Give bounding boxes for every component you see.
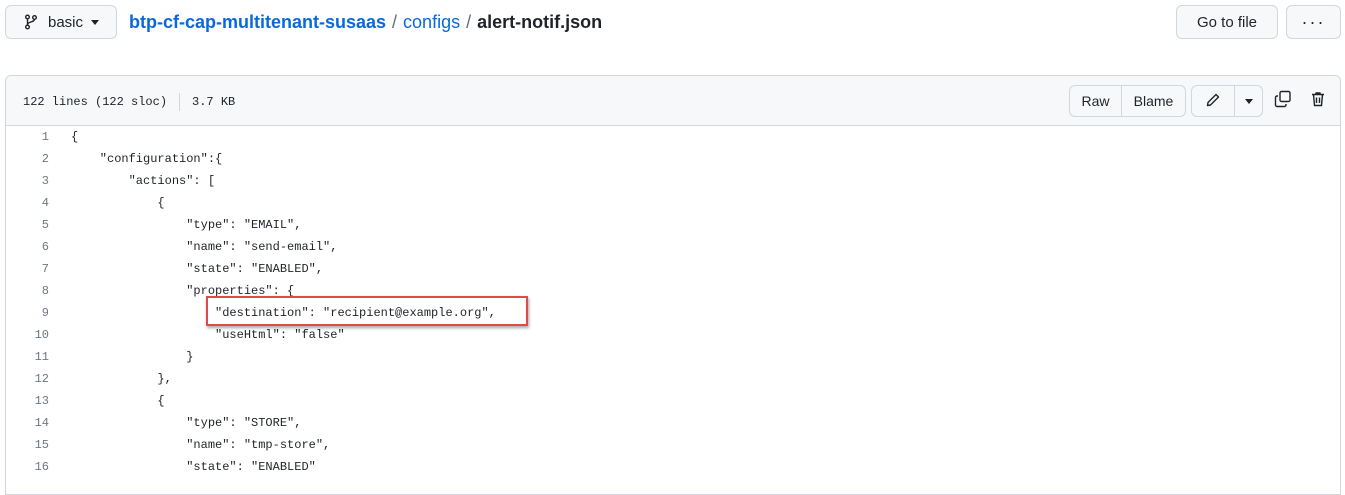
file-viewer: 122 lines (122 sloc) 3.7 KB Raw Blame 1 … bbox=[5, 75, 1341, 495]
line-content: "useHtml": "false" bbox=[71, 328, 345, 342]
line-content: "type": "STORE", bbox=[71, 416, 302, 430]
code-line: 16 "state": "ENABLED" bbox=[6, 456, 1340, 478]
line-number[interactable]: 9 bbox=[6, 306, 49, 320]
branch-name: basic bbox=[48, 13, 84, 31]
file-header: 122 lines (122 sloc) 3.7 KB Raw Blame bbox=[6, 76, 1340, 126]
line-number[interactable]: 3 bbox=[6, 174, 49, 188]
line-number[interactable]: 16 bbox=[6, 460, 49, 474]
line-number[interactable]: 6 bbox=[6, 240, 49, 254]
breadcrumb: btp-cf-cap-multitenant-susaas / configs / al… bbox=[129, 11, 602, 33]
breadcrumb-separator: / bbox=[392, 12, 398, 32]
chevron-down-icon bbox=[91, 19, 100, 25]
code-line: 7 "state": "ENABLED", bbox=[6, 258, 1340, 280]
branch-selector-button[interactable]: basic bbox=[5, 5, 117, 39]
view-mode-group: Raw Blame bbox=[1069, 85, 1186, 117]
breadcrumb-repo-link[interactable]: btp-cf-cap-multitenant-susaas bbox=[129, 12, 386, 32]
copy-raw-button[interactable] bbox=[1271, 89, 1295, 113]
line-number[interactable]: 7 bbox=[6, 262, 49, 276]
code-line: 10 "useHtml": "false" bbox=[6, 324, 1340, 346]
code-line: 8 "properties": { bbox=[6, 280, 1340, 302]
go-to-file-button[interactable]: Go to file bbox=[1176, 5, 1278, 39]
breadcrumb-file-name: alert-notif.json bbox=[477, 12, 603, 32]
file-size: 3.7 KB bbox=[192, 95, 236, 109]
file-navigation-bar: basic btp-cf-cap-multitenant-susaas / conf… bbox=[0, 0, 1345, 46]
line-content: "name": "send-email", bbox=[71, 240, 338, 254]
line-content: "name": "tmp-store", bbox=[71, 438, 331, 452]
code-line: 13 { bbox=[6, 390, 1340, 412]
code-line: 2 "configuration":{ bbox=[6, 148, 1340, 170]
raw-button[interactable]: Raw bbox=[1069, 85, 1122, 117]
pencil-icon bbox=[1205, 92, 1221, 111]
line-number[interactable]: 1 bbox=[6, 130, 49, 144]
edit-options-dropdown[interactable] bbox=[1235, 85, 1263, 117]
line-content: { bbox=[71, 394, 165, 408]
line-content: "properties": { bbox=[71, 284, 295, 298]
line-number[interactable]: 5 bbox=[6, 218, 49, 232]
line-content: "type": "EMAIL", bbox=[71, 218, 302, 232]
code-line: 9 "destination": "recipient@example.org"… bbox=[6, 302, 1340, 324]
code-line: 15 "name": "tmp-store", bbox=[6, 434, 1340, 456]
line-number[interactable]: 14 bbox=[6, 416, 49, 430]
line-number[interactable]: 12 bbox=[6, 372, 49, 386]
delete-file-button[interactable] bbox=[1306, 89, 1330, 113]
kebab-horizontal-icon: ··· bbox=[1301, 12, 1326, 32]
line-content: "destination": "recipient@example.org", bbox=[71, 306, 496, 320]
copy-icon bbox=[1274, 90, 1292, 113]
code-line: 5 "type": "EMAIL", bbox=[6, 214, 1340, 236]
blame-button[interactable]: Blame bbox=[1122, 85, 1186, 117]
line-content: "configuration":{ bbox=[71, 152, 223, 166]
code-line: 3 "actions": [ bbox=[6, 170, 1340, 192]
line-number[interactable]: 15 bbox=[6, 438, 49, 452]
code-line: 11 } bbox=[6, 346, 1340, 368]
more-options-button[interactable]: ··· bbox=[1286, 5, 1341, 39]
line-content: } bbox=[71, 350, 194, 364]
file-line-count: 122 lines (122 sloc) bbox=[23, 95, 168, 109]
code-line: 12 }, bbox=[6, 368, 1340, 390]
line-number[interactable]: 10 bbox=[6, 328, 49, 342]
line-number[interactable]: 2 bbox=[6, 152, 49, 166]
line-content: { bbox=[71, 196, 165, 210]
triangle-down-icon bbox=[1244, 98, 1253, 104]
edit-file-button[interactable] bbox=[1191, 85, 1235, 117]
code-line: 4 { bbox=[6, 192, 1340, 214]
trash-icon bbox=[1310, 91, 1326, 112]
meta-divider bbox=[179, 93, 181, 111]
line-number[interactable]: 13 bbox=[6, 394, 49, 408]
code-line: 1{ bbox=[6, 126, 1340, 148]
line-content: "state": "ENABLED", bbox=[71, 262, 324, 276]
line-number[interactable]: 4 bbox=[6, 196, 49, 210]
code-line: 6 "name": "send-email", bbox=[6, 236, 1340, 258]
edit-group bbox=[1191, 85, 1263, 117]
file-meta: 122 lines (122 sloc) 3.7 KB bbox=[23, 93, 235, 111]
code-line: 14 "type": "STORE", bbox=[6, 412, 1340, 434]
line-content: }, bbox=[71, 372, 172, 386]
line-content: "actions": [ bbox=[71, 174, 216, 188]
line-content: { bbox=[71, 130, 79, 144]
breadcrumb-dir-link[interactable]: configs bbox=[403, 12, 460, 32]
line-content: "state": "ENABLED" bbox=[71, 460, 316, 474]
line-number[interactable]: 11 bbox=[6, 350, 49, 364]
breadcrumb-separator: / bbox=[466, 12, 472, 32]
line-number[interactable]: 8 bbox=[6, 284, 49, 298]
git-branch-icon bbox=[23, 14, 39, 30]
